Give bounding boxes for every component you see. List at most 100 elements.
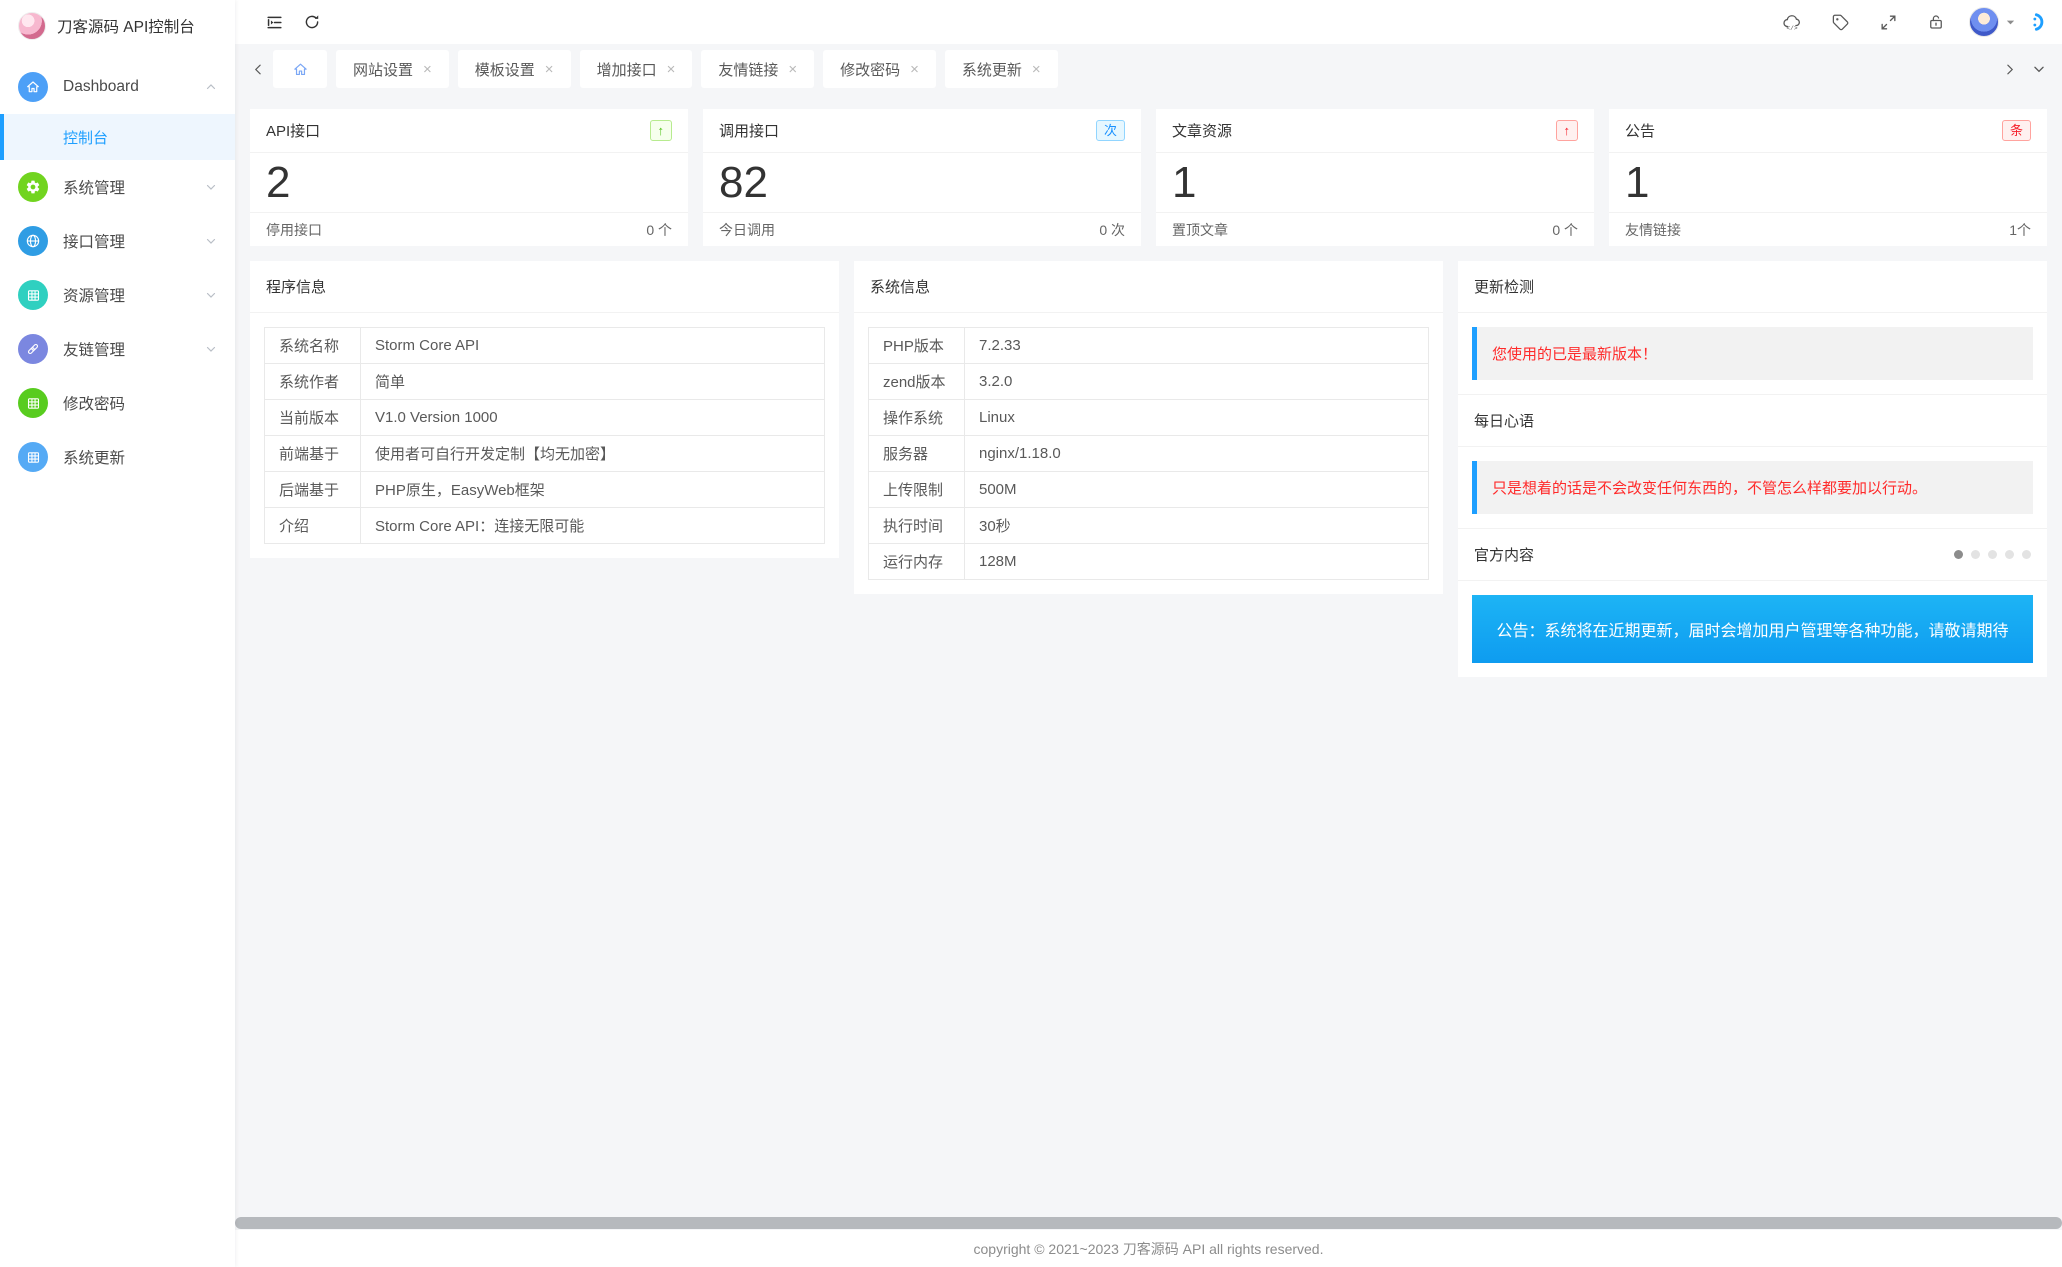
info-value-cell: 使用者可自行开发定制【均无加密】: [361, 436, 825, 472]
carousel-dots: [1954, 550, 2031, 559]
info-value-cell: V1.0 Version 1000: [361, 400, 825, 436]
stat-card-api: API接口 ↑ 2 停用接口 0 个: [250, 109, 688, 246]
app-window: 刀客源码 API控制台 Dashboard 控制台 系统管理: [0, 0, 2062, 1267]
info-value-cell: 3.2.0: [965, 364, 1429, 400]
dashboard-content: API接口 ↑ 2 停用接口 0 个 调用接口 次 82: [235, 94, 2062, 1216]
info-value-cell: 500M: [965, 472, 1429, 508]
stat-title: 调用接口: [719, 120, 779, 141]
table-row: 操作系统Linux: [869, 400, 1429, 436]
close-icon[interactable]: ×: [667, 62, 676, 77]
carousel-dot[interactable]: [2005, 550, 2014, 559]
info-label-cell: 系统名称: [265, 328, 361, 364]
stat-value: 82: [703, 153, 1141, 212]
tabs: 网站设置 × 模板设置 × 增加接口 × 友情链接 × 修改密码 ×: [273, 50, 1994, 88]
sidebar-item-label: 友链管理: [63, 338, 205, 360]
close-icon[interactable]: ×: [788, 62, 797, 77]
close-icon[interactable]: ×: [423, 62, 432, 77]
carousel-dot[interactable]: [1988, 550, 1997, 559]
update-check-alert: 您使用的已是最新版本！: [1472, 327, 2033, 380]
tab-add-api[interactable]: 增加接口 ×: [580, 50, 693, 88]
carousel-dot[interactable]: [1954, 550, 1963, 559]
sidebar-item-label: Dashboard: [63, 78, 205, 96]
tab-friend-links[interactable]: 友情链接 ×: [701, 50, 814, 88]
table-row: 服务器nginx/1.18.0: [869, 436, 1429, 472]
grid-icon: [18, 280, 48, 310]
tab-home[interactable]: [273, 50, 327, 88]
tag-icon[interactable]: [1821, 3, 1859, 41]
info-label-cell: 后端基于: [265, 472, 361, 508]
table-row: PHP版本7.2.33: [869, 328, 1429, 364]
chevron-down-icon: [205, 343, 217, 355]
tab-label: 网站设置: [353, 59, 413, 80]
info-label-cell: 当前版本: [265, 400, 361, 436]
info-value-cell: Storm Core API: [361, 328, 825, 364]
sidebar-item-resource-manage[interactable]: 资源管理: [0, 268, 235, 322]
table-row: 运行内存128M: [869, 544, 1429, 580]
tab-label: 系统更新: [962, 59, 1022, 80]
sidebar-item-console[interactable]: 控制台: [0, 114, 235, 160]
tab-site-settings[interactable]: 网站设置 ×: [336, 50, 449, 88]
tabs-scroll-left-icon[interactable]: [243, 63, 273, 76]
tab-label: 友情链接: [718, 59, 778, 80]
tab-system-update[interactable]: 系统更新 ×: [945, 50, 1058, 88]
close-icon[interactable]: ×: [545, 62, 554, 77]
sidebar-item-friendlink-manage[interactable]: 友链管理: [0, 322, 235, 376]
program-info-table: 系统名称Storm Core API 系统作者简单 当前版本V1.0 Versi…: [264, 327, 825, 544]
sidebar-item-system-update[interactable]: 系统更新: [0, 430, 235, 484]
page-footer: copyright © 2021~2023 刀客源码 API all right…: [235, 1230, 2062, 1267]
lock-icon[interactable]: [1917, 3, 1955, 41]
close-icon[interactable]: ×: [910, 62, 919, 77]
info-value-cell: nginx/1.18.0: [965, 436, 1429, 472]
sidebar-item-system-manage[interactable]: 系统管理: [0, 160, 235, 214]
cloud-code-icon[interactable]: </>: [1773, 3, 1811, 41]
program-info-panel: 程序信息 系统名称Storm Core API 系统作者简单 当前版本V1.0 …: [250, 261, 839, 558]
table-row: 当前版本V1.0 Version 1000: [265, 400, 825, 436]
tabbar: 网站设置 × 模板设置 × 增加接口 × 友情链接 × 修改密码 ×: [235, 44, 2062, 94]
info-value-cell: 128M: [965, 544, 1429, 580]
official-content-title: 官方内容: [1474, 544, 1534, 565]
close-icon[interactable]: ×: [1032, 62, 1041, 77]
table-row: 上传限制500M: [869, 472, 1429, 508]
copyright-text: copyright © 2021~2023 刀客源码 API all right…: [974, 1239, 1324, 1259]
tabs-menu-icon[interactable]: [2024, 62, 2054, 76]
sidebar-item-label: 资源管理: [63, 284, 205, 306]
table-row: 系统作者简单: [265, 364, 825, 400]
table-row: 后端基于PHP原生，EasyWeb框架: [265, 472, 825, 508]
stat-footer-value: 0 个: [646, 220, 672, 240]
sidebar-item-label: 接口管理: [63, 230, 205, 252]
panel-title: 程序信息: [250, 261, 839, 313]
sidebar-item-label: 控制台: [63, 127, 108, 148]
collapse-menu-icon[interactable]: [255, 3, 293, 41]
user-menu[interactable]: [1969, 7, 2016, 37]
gear-icon: [18, 172, 48, 202]
refresh-icon[interactable]: [293, 3, 331, 41]
system-info-table: PHP版本7.2.33 zend版本3.2.0 操作系统Linux 服务器ngi…: [868, 327, 1429, 580]
app-title: 刀客源码 API控制台: [57, 15, 195, 37]
sidebar-item-change-password[interactable]: 修改密码: [0, 376, 235, 430]
theme-icon[interactable]: [2028, 12, 2048, 32]
chevron-down-icon: [205, 181, 217, 193]
info-label-cell: 运行内存: [869, 544, 965, 580]
tabs-scroll-right-icon[interactable]: [1994, 63, 2024, 76]
table-row: 前端基于使用者可自行开发定制【均无加密】: [265, 436, 825, 472]
update-check-title: 更新检测: [1458, 261, 2047, 313]
sidebar-item-label: 系统管理: [63, 176, 205, 198]
logo[interactable]: 刀客源码 API控制台: [0, 0, 235, 52]
tab-template-settings[interactable]: 模板设置 ×: [458, 50, 571, 88]
sidebar-item-dashboard[interactable]: Dashboard: [0, 60, 235, 114]
scrollbar-thumb[interactable]: [235, 1217, 2062, 1229]
carousel-dot[interactable]: [1971, 550, 1980, 559]
carousel-dot[interactable]: [2022, 550, 2031, 559]
tab-label: 增加接口: [597, 59, 657, 80]
info-label-cell: 执行时间: [869, 508, 965, 544]
home-icon: [292, 61, 309, 78]
fullscreen-icon[interactable]: [1869, 3, 1907, 41]
sidebar-item-api-manage[interactable]: 接口管理: [0, 214, 235, 268]
tab-change-password[interactable]: 修改密码 ×: [823, 50, 936, 88]
chevron-down-icon: [205, 235, 217, 247]
user-avatar[interactable]: [1969, 7, 1999, 37]
info-value-cell: 简单: [361, 364, 825, 400]
announcement-banner[interactable]: 公告：系统将在近期更新，届时会增加用户管理等各种功能，请敬请期待: [1472, 595, 2033, 663]
sidebar-item-label: 系统更新: [63, 446, 217, 468]
tab-label: 模板设置: [475, 59, 535, 80]
